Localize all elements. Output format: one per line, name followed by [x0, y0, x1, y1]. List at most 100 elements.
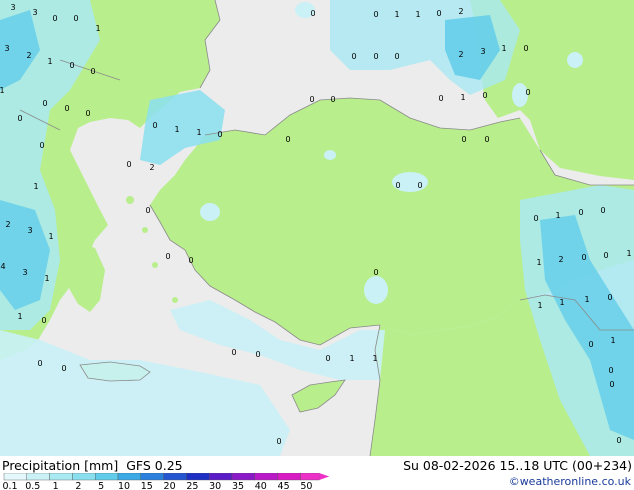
color-scale-swatches	[3, 473, 330, 481]
precip-value: 0	[394, 52, 399, 61]
precip-value: 1	[537, 301, 542, 310]
land-island	[126, 196, 134, 204]
scale-tick-label: 20	[164, 481, 176, 490]
precip-value: 0	[255, 350, 260, 359]
precip-value: 0	[438, 94, 443, 103]
precip-value: 1	[48, 232, 53, 241]
precip-value: 0	[310, 9, 315, 18]
precip-value: 0	[436, 9, 441, 18]
precip-value: 0	[165, 252, 170, 261]
precip-value: 2	[558, 255, 563, 264]
precip-value: 0	[484, 135, 489, 144]
color-swatch	[94, 473, 119, 481]
precip-value: 0	[42, 99, 47, 108]
precip-value: 0	[533, 214, 538, 223]
precip-value: 0	[188, 256, 193, 265]
precip-value: 0	[309, 95, 314, 104]
color-swatch	[277, 473, 301, 481]
color-swatch	[208, 473, 233, 481]
precip-value: 0	[525, 88, 530, 97]
precip-value: 1	[460, 93, 465, 102]
color-swatch	[26, 473, 50, 481]
precip-value: 3	[4, 44, 9, 53]
precip-value: 1	[610, 336, 615, 345]
precip-value: 0	[325, 354, 330, 363]
scale-arrow-icon	[319, 473, 330, 480]
precip-value: 0	[64, 104, 69, 113]
precip-value: 0	[231, 348, 236, 357]
precip-value: 0	[41, 316, 46, 325]
precip-value: 0	[588, 340, 593, 349]
model-label: GFS 0.25	[126, 458, 183, 473]
precip-value: 1	[536, 258, 541, 267]
precip-value: 0	[61, 364, 66, 373]
precip-patch	[200, 203, 220, 221]
color-swatch	[186, 473, 210, 481]
precip-value: 0	[373, 10, 378, 19]
color-swatch	[231, 473, 255, 481]
precip-value: 0	[482, 91, 487, 100]
precip-value: 1	[415, 10, 420, 19]
precip-value: 0	[90, 67, 95, 76]
precip-value: 3	[32, 8, 37, 17]
precip-value: 1	[394, 10, 399, 19]
precip-value: 3	[22, 268, 27, 277]
scale-tick-label: 45	[278, 481, 290, 490]
scale-tick-label: 1	[53, 481, 59, 490]
precip-value: 1	[349, 354, 354, 363]
color-swatch	[300, 473, 320, 481]
precip-value: 0	[417, 181, 422, 190]
product-label: Precipitation [mm]	[2, 458, 119, 473]
precip-value: 0	[373, 268, 378, 277]
precip-value: 1	[44, 274, 49, 283]
precipitation-map: 3 3 0 0 1 3 2 1 0 0 1 0 0 0 0 0 1 2 3 1 4 3 1 1 0 0 0 0 0 1 1 0 2 0 0 0 2 3 1 0…	[0, 0, 634, 456]
scale-tick-label: 10	[118, 481, 130, 490]
scale-tick-label: 0.1	[2, 481, 17, 490]
precip-value: 1	[174, 125, 179, 134]
precip-value: 0	[609, 380, 614, 389]
precip-value: 1	[0, 86, 5, 95]
color-swatch	[3, 473, 27, 481]
precip-value: 0	[616, 436, 621, 445]
precip-value: 0	[73, 14, 78, 23]
scale-tick-label: 5	[98, 481, 104, 490]
precip-value: 0	[351, 52, 356, 61]
precip-value: 0	[523, 44, 528, 53]
land-island	[152, 262, 158, 268]
scale-tick-label: 30	[209, 481, 221, 490]
site-credit[interactable]: ©weatheronline.co.uk	[509, 475, 631, 488]
precip-value: 0	[17, 114, 22, 123]
precip-value: 1	[501, 44, 506, 53]
precip-value: 2	[458, 7, 463, 16]
precip-value: 1	[372, 354, 377, 363]
precip-value: 2	[5, 220, 10, 229]
precip-patch	[567, 52, 583, 68]
color-scale-labels: 0.1 0.5 1 2 5 10 15 20 25 30 35 40 45 50	[2, 481, 312, 490]
precip-value: 0	[69, 61, 74, 70]
color-swatch	[163, 473, 187, 481]
precip-value: 0	[373, 52, 378, 61]
precip-patch	[364, 276, 388, 304]
scale-tick-label: 0.5	[25, 481, 40, 490]
scale-tick-label: 40	[255, 481, 267, 490]
scale-tick-label: 50	[300, 481, 312, 490]
map-canvas: 3 3 0 0 1 3 2 1 0 0 1 0 0 0 0 0 1 2 3 1 4 3 1 1 0 0 0 0 0 1 1 0 2 0 0 0 2 3 1 0…	[0, 0, 634, 456]
precip-value: 0	[607, 293, 612, 302]
precip-value: 0	[52, 14, 57, 23]
scale-tick-label: 15	[141, 481, 153, 490]
precip-patch	[324, 150, 336, 160]
color-swatch	[49, 473, 73, 481]
precip-value: 0	[37, 359, 42, 368]
precip-value: 0	[578, 208, 583, 217]
precip-value: 2	[149, 163, 154, 172]
precip-value: 4	[0, 262, 5, 271]
precip-value: 3	[480, 47, 485, 56]
precip-value: 0	[285, 135, 290, 144]
precip-value: 0	[330, 95, 335, 104]
color-swatch	[140, 473, 164, 481]
precip-value: 0	[39, 141, 44, 150]
precip-value: 0	[395, 181, 400, 190]
precip-value: 0	[581, 253, 586, 262]
precip-value: 3	[27, 226, 32, 235]
scale-tick-label: 35	[232, 481, 244, 490]
